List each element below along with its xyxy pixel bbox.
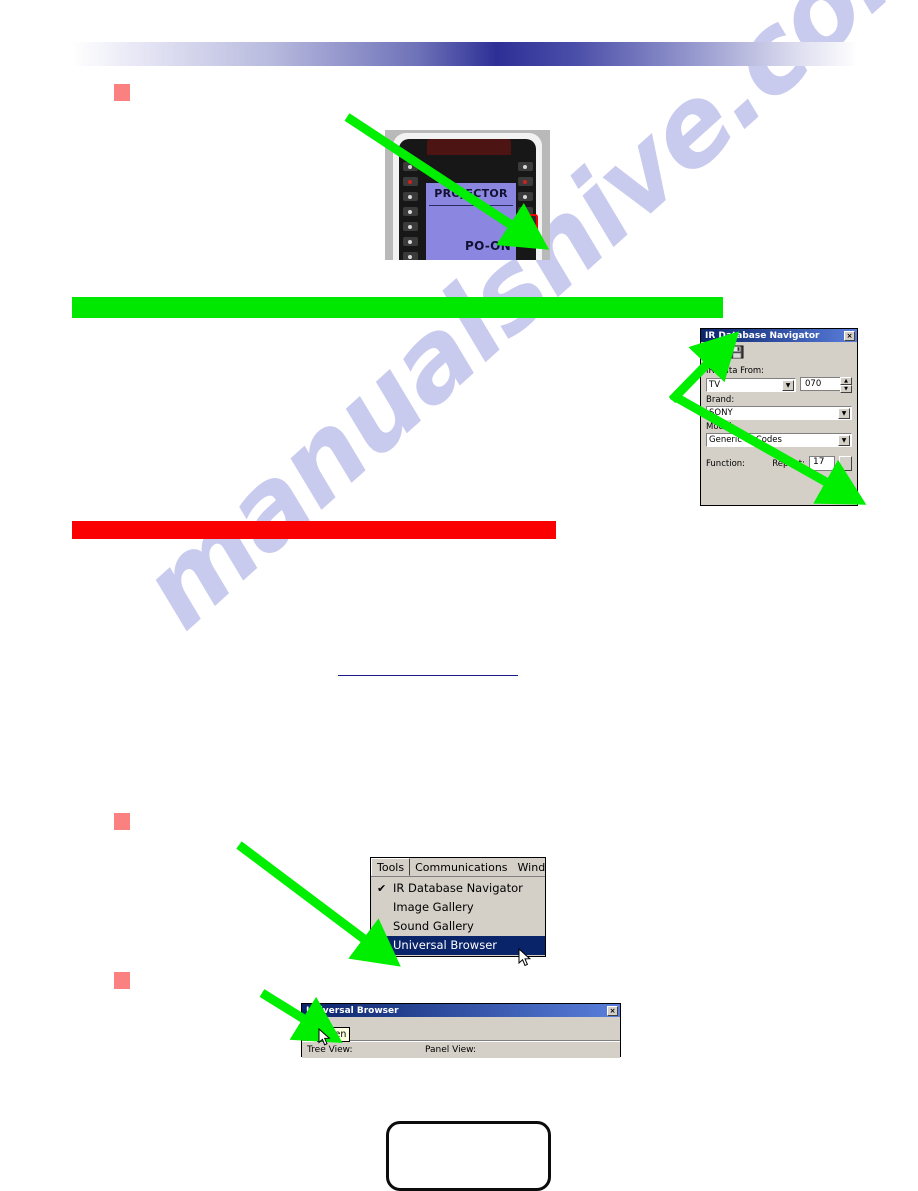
- remote-control-image: PROJECTOR PO-ON: [385, 130, 550, 260]
- model-select[interactable]: Generic IR Codes ▼: [706, 433, 852, 447]
- remote-button: [403, 252, 418, 260]
- arrow-to-universal-browser-item: [236, 841, 401, 967]
- remote-top-bar: [427, 139, 511, 155]
- remote-lcd-screen: PROJECTOR PO-ON: [426, 183, 516, 260]
- menu-item-label: Sound Gallery: [393, 919, 474, 933]
- repeat-spin-buttons[interactable]: [839, 456, 852, 471]
- remote-left-buttons: [403, 162, 419, 260]
- check-icon: ✔: [377, 882, 387, 895]
- universal-browser-titlebar: Universal Browser ×: [302, 1004, 620, 1017]
- menubar-item-tools[interactable]: Tools: [371, 858, 411, 876]
- remote-button: [403, 222, 418, 231]
- bullet-marker-3: [114, 972, 130, 989]
- menubar-item-communications[interactable]: Communications: [410, 859, 512, 876]
- brand-value: SONY: [709, 408, 733, 418]
- ir-navigator-titlebar: IR Database Navigator ×: [701, 329, 857, 342]
- universal-browser-title: Universal Browser: [306, 1005, 399, 1016]
- ir-code-spin-buttons[interactable]: ▲ ▼: [840, 377, 852, 393]
- ir-data-from-label: IR Data From:: [706, 366, 765, 376]
- ir-code-stepper[interactable]: 070 ▲ ▼: [800, 377, 852, 393]
- menu-item-ir-database-navigator[interactable]: ✔ IR Database Navigator: [371, 879, 545, 898]
- menubar: Tools Communications Wind: [371, 858, 545, 877]
- chevron-down-icon[interactable]: ▼: [838, 435, 850, 446]
- save-disk-icon[interactable]: [730, 345, 745, 359]
- universal-browser-window[interactable]: Universal Browser × Tree View: Panel Vie…: [301, 1003, 621, 1058]
- remote-button: [403, 192, 418, 201]
- close-icon[interactable]: ×: [607, 1005, 618, 1016]
- model-label: Model:: [706, 422, 735, 432]
- remote-button: [403, 162, 418, 171]
- function-label: Function:: [706, 458, 746, 469]
- spin-up-icon[interactable]: ▲: [840, 377, 852, 385]
- remote-button: [518, 177, 533, 186]
- chevron-down-icon[interactable]: ▼: [782, 380, 794, 391]
- bullet-marker-2: [114, 813, 130, 830]
- chevron-down-icon[interactable]: ▼: [838, 408, 850, 419]
- page-header-band: [72, 42, 858, 66]
- repeat-value-input[interactable]: 17: [809, 456, 835, 471]
- menubar-item-window[interactable]: Wind: [513, 859, 551, 876]
- remote-button: [403, 207, 418, 216]
- menu-item-sound-gallery[interactable]: Sound Gallery: [371, 917, 545, 936]
- panel-view-label: Panel View:: [425, 1045, 477, 1055]
- underline-rule: [338, 675, 518, 676]
- highlighted-remote-button: [517, 214, 538, 244]
- model-value: Generic IR Codes: [709, 435, 782, 445]
- ir-database-navigator-window[interactable]: IR Database Navigator × IR Data From: TV: [700, 328, 858, 506]
- ir-data-from-value: TV: [709, 380, 721, 390]
- remote-button: [518, 192, 533, 201]
- ir-navigator-title: IR Database Navigator: [705, 330, 820, 341]
- menu-item-label: Universal Browser: [393, 938, 497, 952]
- red-highlight-bar: [72, 521, 556, 539]
- lcd-divider: [429, 205, 513, 206]
- tools-menu-items: ✔ IR Database Navigator Image Gallery So…: [371, 877, 545, 956]
- mouse-cursor-open: [318, 1028, 331, 1046]
- remote-button: [403, 177, 418, 186]
- bottom-outline-box: [386, 1121, 551, 1191]
- tools-menu-popup[interactable]: Tools Communications Wind ✔ IR Database …: [370, 857, 546, 957]
- brand-select[interactable]: SONY ▼: [706, 406, 852, 420]
- remote-button: [518, 162, 533, 171]
- ir-code-value[interactable]: 070: [800, 377, 840, 391]
- ir-navigator-toolbar: [701, 342, 857, 362]
- remote-right-buttons: [518, 162, 534, 222]
- bullet-marker-1: [114, 84, 130, 101]
- brand-label: Brand:: [706, 395, 735, 405]
- remote-button: [403, 237, 418, 246]
- menu-item-label: Image Gallery: [393, 900, 474, 914]
- lcd-function-label: PO-ON: [465, 239, 511, 253]
- ir-signal-icon[interactable]: [707, 345, 722, 359]
- menu-item-image-gallery[interactable]: Image Gallery: [371, 898, 545, 917]
- close-icon[interactable]: ×: [844, 330, 855, 341]
- green-highlight-bar: [72, 297, 723, 318]
- watermark-text: manualshive.com: [118, 0, 918, 653]
- menu-item-label: IR Database Navigator: [393, 881, 523, 895]
- spin-down-icon[interactable]: ▼: [840, 385, 852, 393]
- ir-data-from-select[interactable]: TV ▼: [706, 378, 796, 392]
- repeat-label: Repeat:: [772, 458, 805, 469]
- universal-browser-labels: Tree View: Panel View:: [302, 1041, 620, 1058]
- lcd-title-text: PROJECTOR: [434, 187, 508, 200]
- mouse-cursor-menu: [518, 948, 532, 967]
